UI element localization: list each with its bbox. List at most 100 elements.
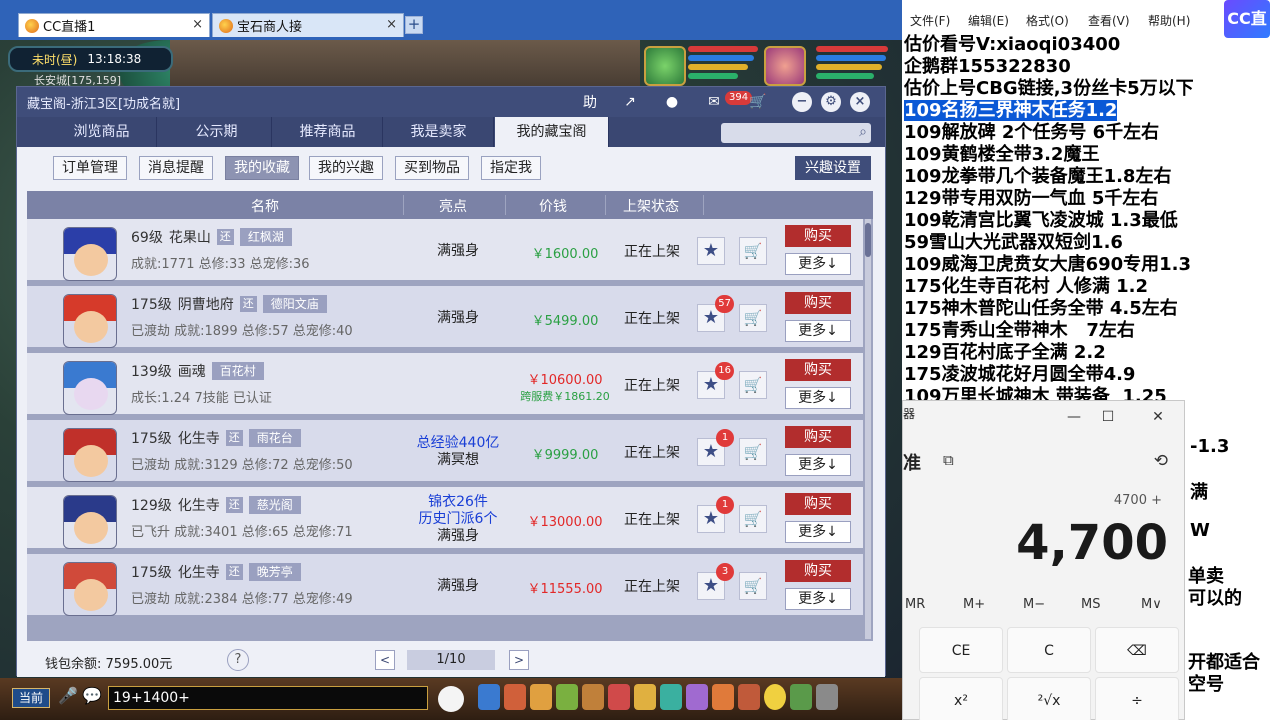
- buy-button[interactable]: 购买: [785, 493, 851, 515]
- subtab-interests[interactable]: 我的兴趣: [309, 156, 383, 180]
- help-button[interactable]: 助: [579, 92, 601, 112]
- avatar[interactable]: [63, 361, 117, 415]
- bell-icon[interactable]: [634, 684, 656, 710]
- menu-format[interactable]: 格式(O): [1026, 12, 1069, 29]
- add-to-cart-button[interactable]: 🛒: [739, 237, 767, 265]
- sqrt-button[interactable]: ²√x: [1007, 677, 1091, 720]
- notepad-text[interactable]: 估价看号V:xiaoqi03400 企鹅群155322830 估价上号CBG链接,3…: [904, 34, 1194, 408]
- c-button[interactable]: C: [1007, 627, 1091, 673]
- scroll-thumb[interactable]: [865, 223, 871, 257]
- favorite-button[interactable]: ★ 3: [697, 563, 734, 600]
- more-button[interactable]: 更多↓: [785, 454, 851, 476]
- smiley-icon[interactable]: [764, 684, 786, 710]
- buy-button[interactable]: 购买: [785, 225, 851, 247]
- keep-on-top-icon[interactable]: ⧉: [943, 451, 954, 469]
- more-button[interactable]: 更多↓: [785, 521, 851, 543]
- interest-settings-button[interactable]: 兴趣设置: [795, 156, 871, 180]
- avatar[interactable]: [63, 495, 117, 549]
- table-row[interactable]: 129级 化生寺还慈光阁 已飞升 成就:3401 总修:65 总宠修:71 锦衣26件…: [27, 487, 863, 551]
- ms-button[interactable]: MS: [1081, 597, 1100, 612]
- subtab-orders[interactable]: 订单管理: [53, 156, 127, 180]
- pet-avatar[interactable]: [644, 46, 686, 86]
- next-page-button[interactable]: >: [509, 650, 529, 670]
- history-icon[interactable]: ⟲: [1154, 451, 1168, 471]
- favorite-button[interactable]: ★ 57: [697, 295, 734, 332]
- avatar[interactable]: [63, 227, 117, 281]
- prev-page-button[interactable]: <: [375, 650, 395, 670]
- chat-channel-button[interactable]: 当前: [12, 688, 50, 708]
- table-row[interactable]: 175级 化生寺还雨花台 已渡劫 成就:3129 总修:72 总宠修:50 总经验44…: [27, 420, 863, 484]
- record-icon[interactable]: ●: [661, 92, 683, 112]
- team-icon[interactable]: [686, 684, 708, 710]
- mr-button[interactable]: MR: [905, 597, 925, 612]
- m-plus-button[interactable]: M+: [963, 597, 985, 612]
- buy-button[interactable]: 购买: [785, 560, 851, 582]
- close-button[interactable]: ✕: [1143, 403, 1173, 431]
- mount-icon[interactable]: [660, 684, 682, 710]
- divide-button[interactable]: ÷: [1095, 677, 1179, 720]
- backspace-button[interactable]: ⌫: [1095, 627, 1179, 673]
- add-to-cart-button[interactable]: 🛒: [739, 438, 767, 466]
- close-button[interactable]: ×: [849, 92, 871, 112]
- more-button[interactable]: 更多↓: [785, 588, 851, 610]
- player-avatar[interactable]: [764, 46, 806, 86]
- ce-button[interactable]: CE: [919, 627, 1003, 673]
- buy-button[interactable]: 购买: [785, 426, 851, 448]
- avatar[interactable]: [63, 562, 117, 616]
- close-icon[interactable]: ×: [386, 17, 397, 32]
- message-icon[interactable]: ✉: [703, 92, 725, 112]
- tab-cc-live[interactable]: CC直播1 ×: [18, 13, 210, 37]
- m-minus-button[interactable]: M−: [1023, 597, 1045, 612]
- tab-recommended[interactable]: 推荐商品: [273, 117, 383, 147]
- more-button[interactable]: 更多↓: [785, 253, 851, 275]
- buy-button[interactable]: 购买: [785, 292, 851, 314]
- table-row[interactable]: 69级 花果山还红枫湖 成就:1771 总修:33 总宠修:36 满强身 ￥1600.0…: [27, 219, 863, 283]
- more-button[interactable]: 更多↓: [785, 320, 851, 342]
- menu-view[interactable]: 查看(V): [1088, 12, 1130, 29]
- tab-my-cbg[interactable]: 我的藏宝阁: [495, 117, 609, 147]
- scroll-icon[interactable]: [582, 684, 604, 710]
- add-to-cart-button[interactable]: 🛒: [739, 371, 767, 399]
- tab-browse[interactable]: 浏览商品: [47, 117, 157, 147]
- list-scrollbar[interactable]: [865, 219, 871, 639]
- calc-mode[interactable]: 准: [903, 449, 921, 475]
- more-button[interactable]: 更多↓: [785, 387, 851, 409]
- buy-button[interactable]: 购买: [785, 359, 851, 381]
- system-icon[interactable]: [816, 684, 838, 710]
- menu-file[interactable]: 文件(F): [910, 12, 950, 29]
- share-icon[interactable]: ↗: [619, 92, 641, 112]
- favorite-button[interactable]: ★: [697, 237, 725, 265]
- menu-help[interactable]: 帮助(H): [1148, 12, 1190, 29]
- chest-icon[interactable]: [504, 684, 526, 710]
- maximize-button[interactable]: ☐: [1093, 403, 1123, 431]
- sword-icon[interactable]: [478, 684, 500, 710]
- subtab-favorites[interactable]: 我的收藏: [225, 156, 299, 180]
- subtab-messages[interactable]: 消息提醒: [139, 156, 213, 180]
- add-to-cart-button[interactable]: 🛒: [739, 505, 767, 533]
- search-icon[interactable]: ⌕: [859, 124, 867, 140]
- settings-button[interactable]: ⚙: [820, 92, 842, 112]
- close-icon[interactable]: ×: [192, 17, 203, 32]
- table-row[interactable]: 139级 画魂 百花村 成长:1.24 7技能 已认证 ￥10600.00 跨服费￥186…: [27, 353, 863, 417]
- tab-public[interactable]: 公示期: [162, 117, 272, 147]
- microphone-icon[interactable]: 🎤: [58, 686, 78, 705]
- favorite-button[interactable]: ★ 16: [697, 362, 734, 399]
- minimize-button[interactable]: −: [791, 92, 813, 112]
- add-to-cart-button[interactable]: 🛒: [739, 572, 767, 600]
- cart-icon[interactable]: 🛒: [747, 92, 769, 112]
- bag-icon[interactable]: [530, 684, 552, 710]
- minimize-button[interactable]: —: [1059, 403, 1089, 431]
- subtab-purchased[interactable]: 买到物品: [395, 156, 469, 180]
- search-input[interactable]: ⌕: [721, 123, 871, 143]
- tab-gem-merchant[interactable]: 宝石商人接 ×: [212, 13, 404, 37]
- tab-seller[interactable]: 我是卖家: [384, 117, 494, 147]
- table-row[interactable]: 175级 化生寺还晚芳亭 已渡劫 成就:2384 总修:77 总宠修:49 满强身 ￥1…: [27, 554, 863, 618]
- new-tab-button[interactable]: +: [405, 16, 423, 34]
- avatar[interactable]: [63, 428, 117, 482]
- add-to-cart-button[interactable]: 🛒: [739, 304, 767, 332]
- favorite-button[interactable]: ★ 1: [697, 496, 734, 533]
- shop-icon[interactable]: [738, 684, 760, 710]
- m-list-button[interactable]: M∨: [1141, 597, 1162, 612]
- subtab-designated[interactable]: 指定我: [481, 156, 541, 180]
- skill-icon[interactable]: [556, 684, 578, 710]
